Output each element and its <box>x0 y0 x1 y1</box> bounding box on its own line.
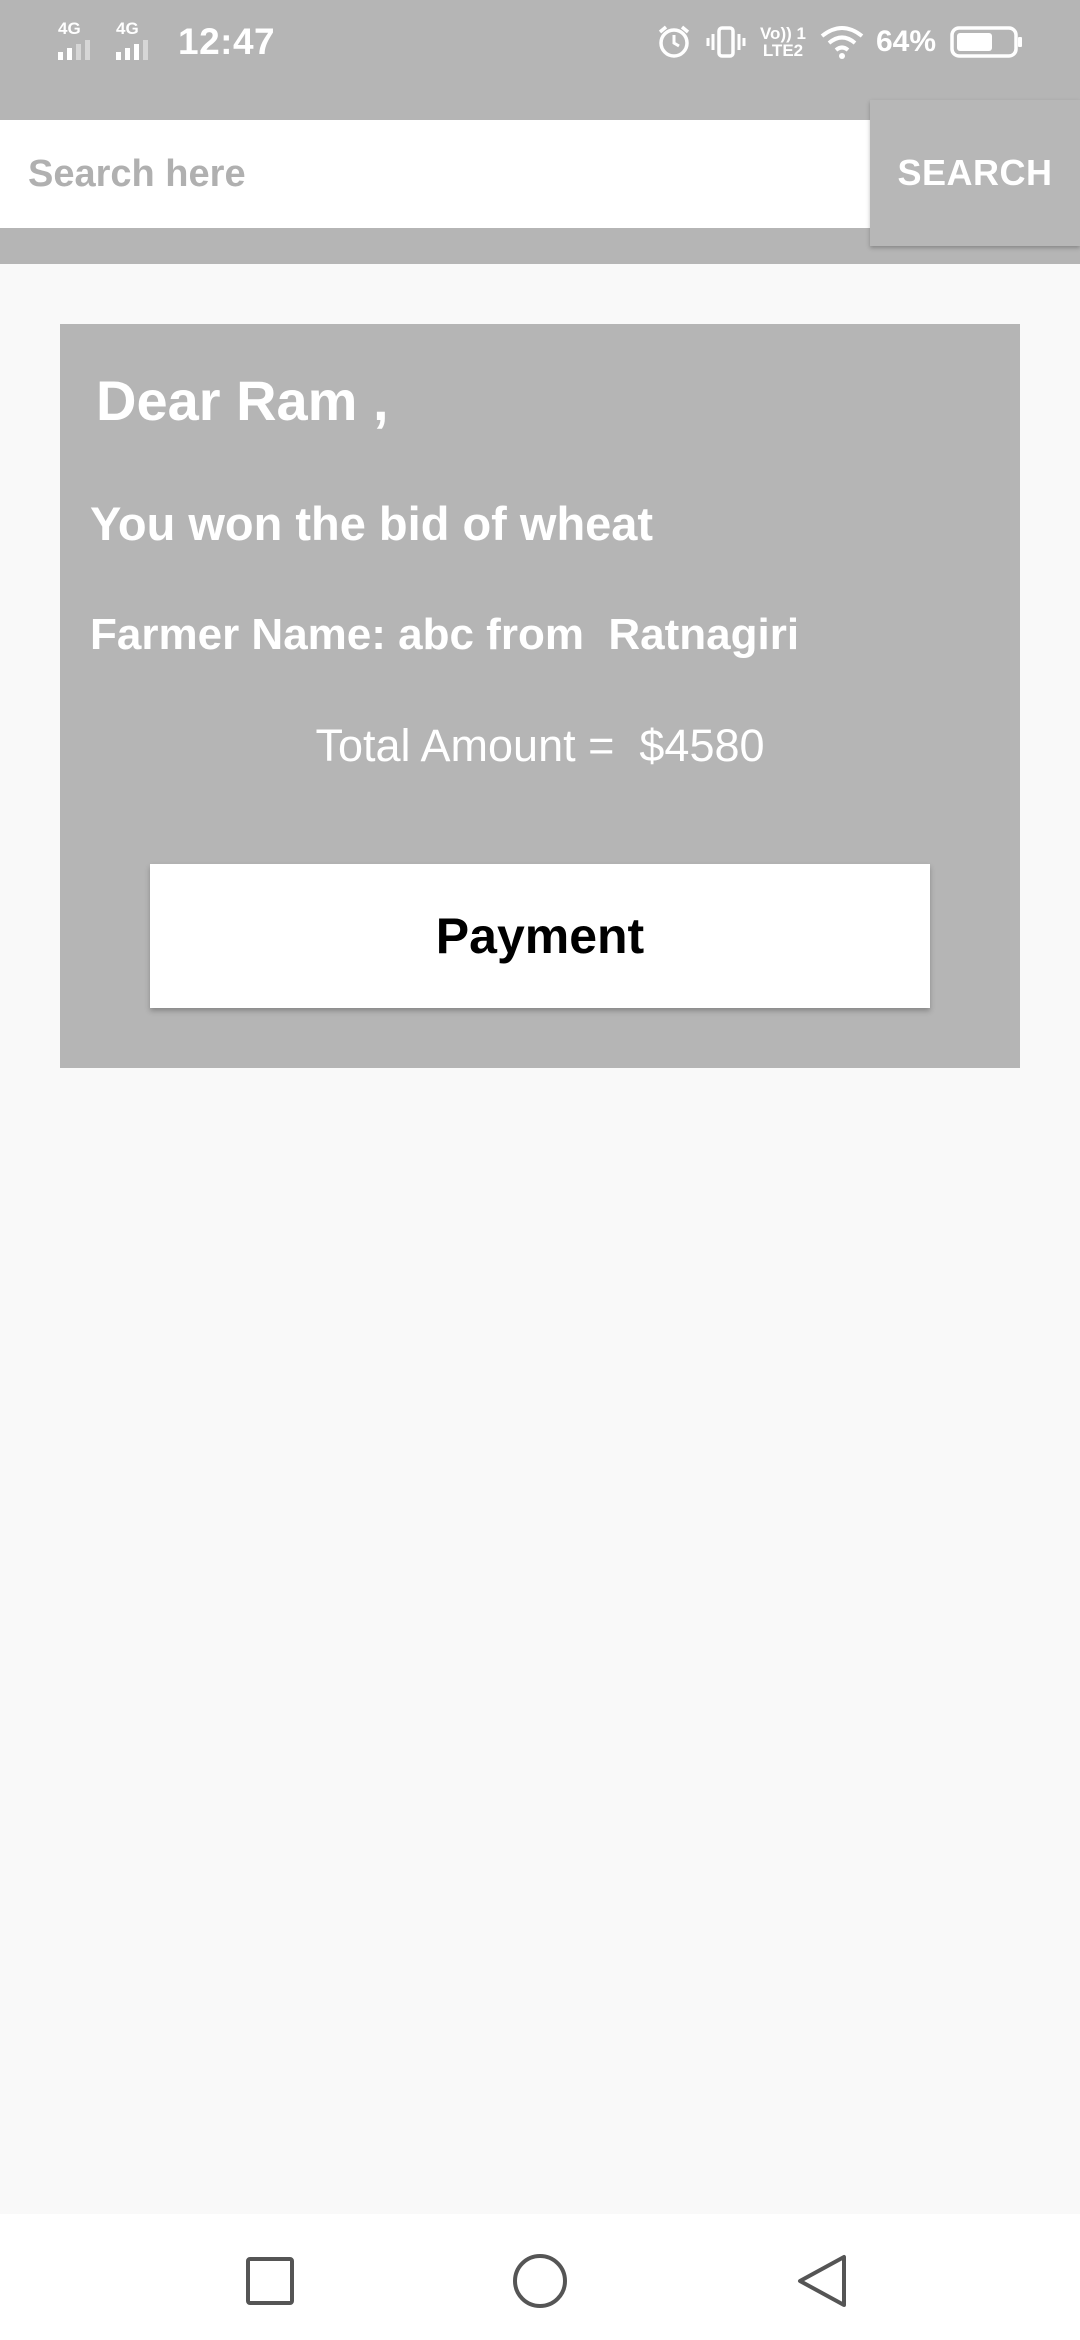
bid-result-card: Dear Ram , You won the bid of wheat Farm… <box>60 324 1020 1068</box>
battery-percent: 64% <box>875 25 936 58</box>
recent-apps-icon[interactable] <box>225 2236 315 2326</box>
total-amount: Total Amount = $4580 <box>315 720 765 771</box>
volte-icon: Vo)) 1 LTE2 <box>760 25 806 59</box>
app-screen: 4G 4G 12:47 Vo)) 1 LTE2 64% Search here … <box>0 0 1080 2340</box>
bid-won-message: You won the bid of wheat <box>90 497 654 550</box>
wifi-icon <box>820 24 864 60</box>
status-bar-left: 4G 4G 12:47 <box>56 18 275 66</box>
status-bar-right: Vo)) 1 LTE2 64% <box>642 20 1024 64</box>
home-icon[interactable] <box>495 2236 585 2326</box>
volte-label: Vo)) 1 <box>759 24 806 43</box>
navigation-bar <box>0 2214 1080 2340</box>
farmer-info: Farmer Name: abc from Ratnagiri <box>90 610 800 659</box>
lte-label: LTE2 <box>762 41 804 60</box>
search-bar: SEARCH <box>0 84 1080 264</box>
sim2-network-label: 4G <box>116 19 139 38</box>
back-icon[interactable] <box>777 2236 867 2326</box>
greeting-text: Dear Ram , <box>96 369 389 432</box>
signal-icon: 4G <box>114 20 172 64</box>
battery-icon <box>950 25 1024 59</box>
payment-button[interactable]: Payment <box>150 864 930 1008</box>
vibrate-icon <box>706 24 746 60</box>
search-button[interactable]: SEARCH <box>870 100 1080 246</box>
sim1-network-label: 4G <box>58 19 81 38</box>
signal-icon: 4G <box>56 20 114 64</box>
search-input[interactable] <box>0 120 870 228</box>
alarm-icon <box>656 24 692 60</box>
status-bar: 4G 4G 12:47 Vo)) 1 LTE2 64% <box>0 0 1080 84</box>
clock: 12:47 <box>178 21 276 62</box>
